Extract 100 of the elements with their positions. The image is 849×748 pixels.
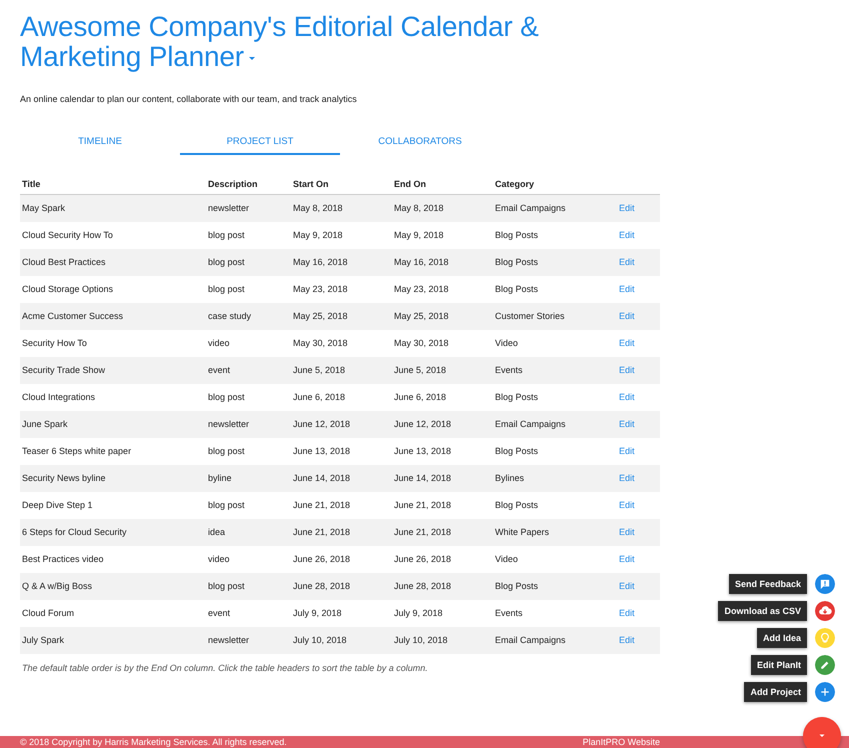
table-cell: Email Campaigns bbox=[495, 419, 566, 429]
action-label[interactable]: Download as CSV bbox=[718, 601, 807, 621]
table-cell: Blog Posts bbox=[495, 446, 538, 456]
tab[interactable]: COLLABORATORS bbox=[340, 128, 500, 155]
edit-link[interactable]: Edit bbox=[619, 554, 635, 564]
table-cell: Cloud Storage Options bbox=[22, 284, 114, 294]
table-cell: June Spark bbox=[22, 419, 68, 429]
table-cell: May 8, 2018 bbox=[293, 203, 343, 213]
table-cell: June 21, 2018 bbox=[394, 500, 452, 510]
plus-icon[interactable] bbox=[815, 682, 835, 702]
table-cell: May 30, 2018 bbox=[394, 338, 449, 348]
table-cell: July 10, 2018 bbox=[394, 635, 448, 645]
edit-link[interactable]: Edit bbox=[619, 635, 635, 645]
table-cell: newsletter bbox=[208, 635, 250, 645]
edit-link[interactable]: Edit bbox=[619, 473, 635, 483]
table-cell: June 21, 2018 bbox=[293, 500, 350, 510]
table-cell: June 26, 2018 bbox=[293, 554, 350, 564]
edit-link[interactable]: Edit bbox=[619, 230, 635, 240]
table-cell: July Spark bbox=[22, 635, 64, 645]
table-cell: June 21, 2018 bbox=[293, 527, 350, 537]
page-subtitle: An online calendar to plan our content, collaborate with our team, and track analytics bbox=[20, 94, 358, 104]
table-note: The default table order is by the End On column. Click the table headers to sort the table by a column. bbox=[21, 663, 429, 673]
table-cell: Teaser 6 Steps white paper bbox=[22, 446, 132, 456]
action-label[interactable]: Add Idea bbox=[756, 628, 807, 648]
tab[interactable]: TIMELINE bbox=[20, 128, 180, 155]
table-cell: Cloud Forum bbox=[22, 608, 74, 618]
table-cell: May 25, 2018 bbox=[293, 311, 348, 321]
table-cell: June 5, 2018 bbox=[293, 365, 346, 375]
table-cell: May Spark bbox=[22, 203, 66, 213]
edit-link[interactable]: Edit bbox=[619, 581, 635, 591]
table-cell: June 13, 2018 bbox=[293, 446, 350, 456]
feedback-icon[interactable] bbox=[815, 574, 835, 594]
copyright-text: © 2018 Copyright by Harris Marketing Services. All rights reserved. bbox=[20, 736, 287, 748]
column-header[interactable]: Category bbox=[495, 179, 534, 189]
table-cell: Events bbox=[495, 365, 523, 375]
table-cell: Email Campaigns bbox=[495, 635, 566, 645]
table-cell: Blog Posts bbox=[495, 581, 538, 591]
page-title: Awesome Company's Editorial Calendar & Marketing Planner bbox=[20, 12, 540, 72]
table-cell: Video bbox=[495, 338, 518, 348]
table-cell: Cloud Integrations bbox=[22, 392, 96, 402]
table-cell: Security How To bbox=[22, 338, 87, 348]
menu-fab-button[interactable] bbox=[803, 717, 841, 748]
table-cell: White Papers bbox=[495, 527, 550, 537]
edit-link[interactable]: Edit bbox=[619, 203, 635, 213]
edit-link[interactable]: Edit bbox=[619, 527, 635, 537]
action-label[interactable]: Add Project bbox=[744, 682, 807, 702]
edit-link[interactable]: Edit bbox=[619, 500, 635, 510]
column-header[interactable]: Title bbox=[22, 179, 40, 189]
table-cell: May 9, 2018 bbox=[394, 230, 444, 240]
edit-link[interactable]: Edit bbox=[619, 419, 635, 429]
table-cell: Blog Posts bbox=[495, 500, 538, 510]
table-cell: Video bbox=[495, 554, 518, 564]
table-cell: May 25, 2018 bbox=[394, 311, 449, 321]
column-header[interactable]: Start On bbox=[293, 179, 329, 189]
table-cell: June 6, 2018 bbox=[293, 392, 346, 402]
table-cell: June 12, 2018 bbox=[394, 419, 452, 429]
table-cell: July 10, 2018 bbox=[293, 635, 347, 645]
edit-link[interactable]: Edit bbox=[619, 392, 635, 402]
cloud-download-icon[interactable] bbox=[815, 601, 835, 621]
table-cell: Security News byline bbox=[22, 473, 106, 483]
edit-link[interactable]: Edit bbox=[619, 608, 635, 618]
table-cell: blog post bbox=[208, 581, 245, 591]
table-cell: June 21, 2018 bbox=[394, 527, 452, 537]
table-cell: May 23, 2018 bbox=[293, 284, 348, 294]
edit-link[interactable]: Edit bbox=[619, 311, 635, 321]
edit-link[interactable]: Edit bbox=[619, 338, 635, 348]
action-label[interactable]: Edit PlanIt bbox=[750, 655, 807, 675]
table-cell: June 14, 2018 bbox=[293, 473, 350, 483]
column-header[interactable]: Description bbox=[208, 179, 258, 189]
table-cell: blog post bbox=[208, 446, 245, 456]
column-header[interactable]: End On bbox=[394, 179, 426, 189]
table-cell: June 28, 2018 bbox=[394, 581, 452, 591]
table-cell: May 30, 2018 bbox=[293, 338, 348, 348]
edit-link[interactable]: Edit bbox=[619, 257, 635, 267]
table-cell: May 8, 2018 bbox=[394, 203, 444, 213]
edit-link[interactable]: Edit bbox=[619, 365, 635, 375]
table-cell: Best Practices video bbox=[22, 554, 104, 564]
tab[interactable]: PROJECT LIST bbox=[180, 128, 340, 155]
table-cell: newsletter bbox=[208, 203, 250, 213]
table-cell: June 14, 2018 bbox=[394, 473, 452, 483]
edit-link[interactable]: Edit bbox=[619, 446, 635, 456]
table-cell: Email Campaigns bbox=[495, 203, 566, 213]
table-cell: June 28, 2018 bbox=[293, 581, 350, 591]
table-cell: Q & A w/Big Boss bbox=[22, 581, 92, 591]
table-cell: blog post bbox=[208, 392, 245, 402]
table-cell: June 12, 2018 bbox=[293, 419, 350, 429]
caret-icon[interactable] bbox=[248, 56, 256, 62]
table-cell: Customer Stories bbox=[495, 311, 565, 321]
pencil-icon[interactable] bbox=[815, 655, 835, 675]
edit-link[interactable]: Edit bbox=[619, 284, 635, 294]
table-cell: July 9, 2018 bbox=[394, 608, 443, 618]
website-link[interactable]: PlanItPRO Website bbox=[582, 736, 660, 748]
table-cell: Cloud Security How To bbox=[22, 230, 113, 240]
table-cell: Cloud Best Practices bbox=[22, 257, 106, 267]
table-cell: Deep Dive Step 1 bbox=[22, 500, 93, 510]
table-cell: July 9, 2018 bbox=[293, 608, 342, 618]
action-label[interactable]: Send Feedback bbox=[728, 574, 807, 594]
table-cell: Blog Posts bbox=[495, 257, 538, 267]
table-cell: event bbox=[208, 365, 230, 375]
table-cell: May 9, 2018 bbox=[293, 230, 343, 240]
